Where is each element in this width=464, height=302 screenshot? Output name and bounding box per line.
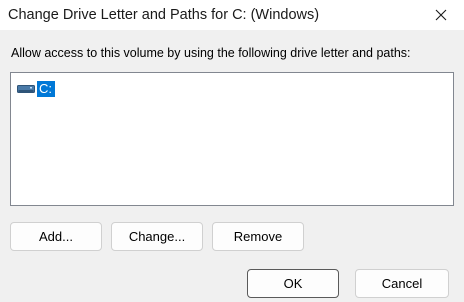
close-icon <box>435 9 447 21</box>
change-drive-letter-dialog: Change Drive Letter and Paths for C: (Wi… <box>0 0 464 302</box>
add-button[interactable]: Add... <box>10 222 102 251</box>
window-title: Change Drive Letter and Paths for C: (Wi… <box>8 7 320 23</box>
ok-button[interactable]: OK <box>247 269 339 298</box>
remove-button[interactable]: Remove <box>212 222 304 251</box>
cancel-button[interactable]: Cancel <box>355 269 449 298</box>
list-item[interactable]: C: <box>17 80 55 98</box>
drive-icon <box>17 85 35 93</box>
title-bar: Change Drive Letter and Paths for C: (Wi… <box>0 0 464 30</box>
close-button[interactable] <box>418 0 464 30</box>
list-item-label: C: <box>37 81 55 97</box>
paths-listbox[interactable]: C: <box>10 72 454 206</box>
description-label: Allow access to this volume by using the… <box>11 46 411 60</box>
change-button[interactable]: Change... <box>111 222 203 251</box>
